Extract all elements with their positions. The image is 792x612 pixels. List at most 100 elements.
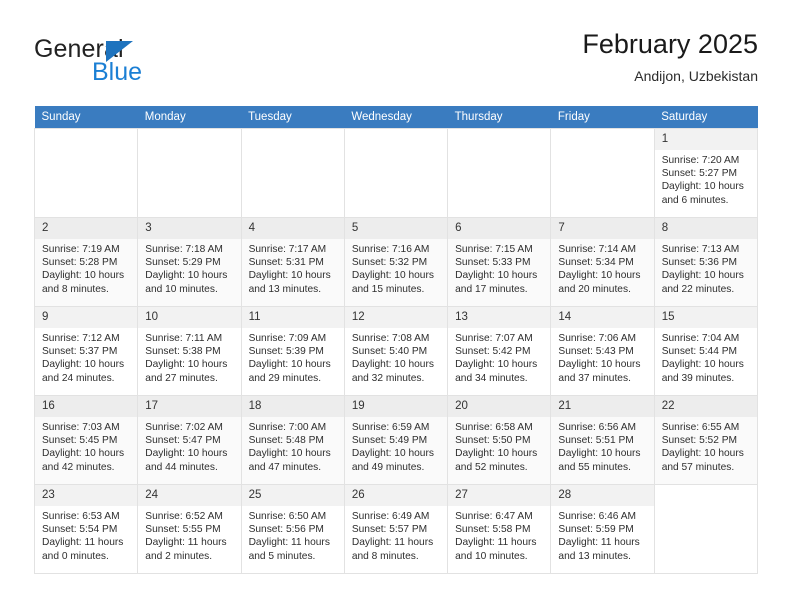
- sunset-text: Sunset: 5:52 PM: [661, 435, 738, 447]
- sunrise-text: Sunrise: 6:56 AM: [558, 422, 636, 433]
- weekday-header-monday: Monday: [137, 106, 242, 129]
- day-sun-info: Sunrise: 7:02 AM Sunset: 5:47 PM Daylight:…: [138, 417, 240, 474]
- weekday-header-tuesday: Tuesday: [241, 106, 345, 129]
- calendar-day-cell[interactable]: 28 Sunrise: 6:46 AM Sunset: 5:59 PM Dayligh…: [550, 484, 655, 574]
- sunrise-text: Sunrise: 6:50 AM: [248, 511, 327, 522]
- sunrise-text: Sunrise: 6:52 AM: [145, 511, 223, 522]
- sunrise-text: Sunrise: 6:46 AM: [558, 511, 636, 522]
- sunrise-text: Sunrise: 7:16 AM: [351, 244, 430, 255]
- page-header: General Blue February 2025 Andijon, Uzbe…: [34, 28, 758, 100]
- day-number: 7: [551, 218, 654, 239]
- sunrise-text: Sunrise: 7:06 AM: [558, 333, 636, 344]
- day-number: 1: [654, 129, 757, 150]
- location-subtitle: Andijon, Uzbekistan: [634, 68, 758, 84]
- daylight-text: Daylight: 10 hours and 10 minutes.: [145, 270, 228, 295]
- calendar-day-cell[interactable]: 8 Sunrise: 7:13 AM Sunset: 5:36 PM Daylight…: [653, 217, 759, 307]
- day-sun-info: Sunrise: 6:49 AM Sunset: 5:57 PM Daylight:…: [345, 506, 447, 563]
- calendar-day-cell[interactable]: 27 Sunrise: 6:47 AM Sunset: 5:58 PM Dayligh…: [447, 484, 552, 574]
- day-sun-info: Sunrise: 6:55 AM Sunset: 5:52 PM Daylight:…: [655, 417, 757, 474]
- calendar-week-row: 16 Sunrise: 7:03 AM Sunset: 5:45 PM Dayligh…: [33, 395, 759, 485]
- day-number: 8: [654, 218, 757, 239]
- calendar-day-cell[interactable]: 25 Sunrise: 6:50 AM Sunset: 5:56 PM Dayligh…: [240, 484, 345, 574]
- calendar-day-cell[interactable]: 19 Sunrise: 6:59 AM Sunset: 5:49 PM Dayligh…: [343, 395, 449, 485]
- calendar-week-row: 2 Sunrise: 7:19 AM Sunset: 5:28 PM Daylight…: [33, 217, 759, 307]
- day-sun-info: Sunrise: 6:53 AM Sunset: 5:54 PM Daylight:…: [35, 506, 137, 563]
- sunset-text: Sunset: 5:55 PM: [145, 524, 221, 536]
- calendar-day-cell[interactable]: 24 Sunrise: 6:52 AM Sunset: 5:55 PM Dayligh…: [137, 484, 242, 574]
- title-block: February 2025 Andijon, Uzbekistan: [582, 28, 758, 85]
- calendar-day-cell[interactable]: 26 Sunrise: 6:49 AM Sunset: 5:57 PM Dayligh…: [343, 484, 449, 574]
- calendar-day-cell[interactable]: 16 Sunrise: 7:03 AM Sunset: 5:45 PM Dayligh…: [33, 395, 139, 485]
- day-number: 25: [241, 485, 344, 506]
- sunrise-text: Sunrise: 6:59 AM: [351, 422, 430, 433]
- calendar-day-cell[interactable]: 18 Sunrise: 7:00 AM Sunset: 5:48 PM Dayligh…: [240, 395, 345, 485]
- calendar-header-row: Sunday Monday Tuesday Wednesday Thursday…: [34, 106, 758, 129]
- sunset-text: Sunset: 5:29 PM: [145, 257, 221, 269]
- calendar-day-cell[interactable]: 14 Sunrise: 7:06 AM Sunset: 5:43 PM Dayligh…: [550, 306, 655, 396]
- calendar-cell-empty: [240, 128, 345, 218]
- calendar-week-row: 23 Sunrise: 6:53 AM Sunset: 5:54 PM Dayligh…: [33, 484, 759, 574]
- day-number: 4: [241, 218, 344, 239]
- calendar-day-cell[interactable]: 1 Sunrise: 7:20 AM Sunset: 5:27 PM Daylight…: [653, 128, 759, 218]
- daylight-text: Daylight: 11 hours and 10 minutes.: [455, 537, 537, 562]
- day-sun-info: Sunrise: 7:18 AM Sunset: 5:29 PM Daylight:…: [138, 239, 240, 296]
- calendar-day-cell[interactable]: 17 Sunrise: 7:02 AM Sunset: 5:47 PM Dayligh…: [137, 395, 242, 485]
- day-sun-info: Sunrise: 7:14 AM Sunset: 5:34 PM Daylight:…: [551, 239, 653, 296]
- daylight-text: Daylight: 10 hours and 17 minutes.: [455, 270, 538, 295]
- calendar-day-cell[interactable]: 11 Sunrise: 7:09 AM Sunset: 5:39 PM Dayligh…: [240, 306, 345, 396]
- day-sun-info: Sunrise: 7:11 AM Sunset: 5:38 PM Daylight:…: [138, 328, 240, 385]
- sunrise-text: Sunrise: 7:13 AM: [661, 244, 740, 255]
- calendar-day-cell[interactable]: 7 Sunrise: 7:14 AM Sunset: 5:34 PM Daylight…: [550, 217, 655, 307]
- sunset-text: Sunset: 5:39 PM: [248, 346, 324, 358]
- sunset-text: Sunset: 5:49 PM: [351, 435, 428, 447]
- day-sun-info: Sunrise: 6:59 AM Sunset: 5:49 PM Daylight:…: [345, 417, 447, 474]
- daylight-text: Daylight: 10 hours and 37 minutes.: [558, 359, 641, 384]
- sunset-text: Sunset: 5:59 PM: [558, 524, 634, 536]
- calendar-week-row: 9 Sunrise: 7:12 AM Sunset: 5:37 PM Daylight…: [33, 306, 759, 396]
- sunset-text: Sunset: 5:54 PM: [42, 524, 118, 536]
- sunrise-text: Sunrise: 7:11 AM: [145, 333, 223, 344]
- calendar-day-cell[interactable]: 15 Sunrise: 7:04 AM Sunset: 5:44 PM Dayligh…: [653, 306, 759, 396]
- day-sun-info: Sunrise: 7:07 AM Sunset: 5:42 PM Daylight:…: [448, 328, 550, 385]
- sunrise-text: Sunrise: 6:49 AM: [351, 511, 430, 522]
- calendar-day-cell[interactable]: 6 Sunrise: 7:15 AM Sunset: 5:33 PM Daylight…: [447, 217, 552, 307]
- sunrise-text: Sunrise: 7:04 AM: [661, 333, 740, 344]
- calendar-day-cell[interactable]: 22 Sunrise: 6:55 AM Sunset: 5:52 PM Dayligh…: [653, 395, 759, 485]
- sunset-text: Sunset: 5:57 PM: [351, 524, 428, 536]
- calendar-day-cell[interactable]: 20 Sunrise: 6:58 AM Sunset: 5:50 PM Dayligh…: [447, 395, 552, 485]
- calendar-day-cell[interactable]: 23 Sunrise: 6:53 AM Sunset: 5:54 PM Dayligh…: [33, 484, 139, 574]
- sunrise-text: Sunrise: 7:14 AM: [558, 244, 636, 255]
- calendar-cell-empty: [33, 128, 139, 218]
- day-sun-info: Sunrise: 7:20 AM Sunset: 5:27 PM Daylight:…: [655, 150, 757, 207]
- calendar-day-cell[interactable]: 10 Sunrise: 7:11 AM Sunset: 5:38 PM Dayligh…: [137, 306, 242, 396]
- calendar-day-cell[interactable]: 21 Sunrise: 6:56 AM Sunset: 5:51 PM Dayligh…: [550, 395, 655, 485]
- daylight-text: Daylight: 10 hours and 20 minutes.: [558, 270, 641, 295]
- day-number: 6: [448, 218, 551, 239]
- sunrise-text: Sunrise: 6:47 AM: [455, 511, 533, 522]
- calendar-day-cell[interactable]: 5 Sunrise: 7:16 AM Sunset: 5:32 PM Daylight…: [343, 217, 449, 307]
- calendar-day-cell[interactable]: 12 Sunrise: 7:08 AM Sunset: 5:40 PM Dayligh…: [343, 306, 449, 396]
- day-number: 28: [551, 485, 654, 506]
- day-sun-info: Sunrise: 6:52 AM Sunset: 5:55 PM Daylight:…: [138, 506, 240, 563]
- day-number: 20: [448, 396, 551, 417]
- calendar-day-cell[interactable]: 3 Sunrise: 7:18 AM Sunset: 5:29 PM Daylight…: [137, 217, 242, 307]
- general-blue-logo[interactable]: General Blue: [34, 36, 264, 92]
- calendar-day-cell[interactable]: 4 Sunrise: 7:17 AM Sunset: 5:31 PM Daylight…: [240, 217, 345, 307]
- calendar-day-cell[interactable]: 13 Sunrise: 7:07 AM Sunset: 5:42 PM Dayligh…: [447, 306, 552, 396]
- daylight-text: Daylight: 11 hours and 13 minutes.: [558, 537, 640, 562]
- daylight-text: Daylight: 10 hours and 8 minutes.: [42, 270, 125, 295]
- sunset-text: Sunset: 5:44 PM: [661, 346, 738, 358]
- sunset-text: Sunset: 5:28 PM: [42, 257, 118, 269]
- day-sun-info: Sunrise: 7:00 AM Sunset: 5:48 PM Daylight:…: [242, 417, 344, 474]
- day-number: 3: [138, 218, 241, 239]
- day-number: 18: [241, 396, 344, 417]
- sunrise-text: Sunrise: 7:08 AM: [351, 333, 430, 344]
- day-number: 19: [344, 396, 448, 417]
- daylight-text: Daylight: 10 hours and 52 minutes.: [455, 448, 538, 473]
- calendar-day-cell[interactable]: 9 Sunrise: 7:12 AM Sunset: 5:37 PM Daylight…: [33, 306, 139, 396]
- calendar-day-cell[interactable]: 2 Sunrise: 7:19 AM Sunset: 5:28 PM Daylight…: [33, 217, 139, 307]
- day-number: 5: [344, 218, 448, 239]
- weekday-header-sunday: Sunday: [34, 106, 138, 129]
- sunrise-text: Sunrise: 7:03 AM: [42, 422, 120, 433]
- daylight-text: Daylight: 10 hours and 57 minutes.: [661, 448, 744, 473]
